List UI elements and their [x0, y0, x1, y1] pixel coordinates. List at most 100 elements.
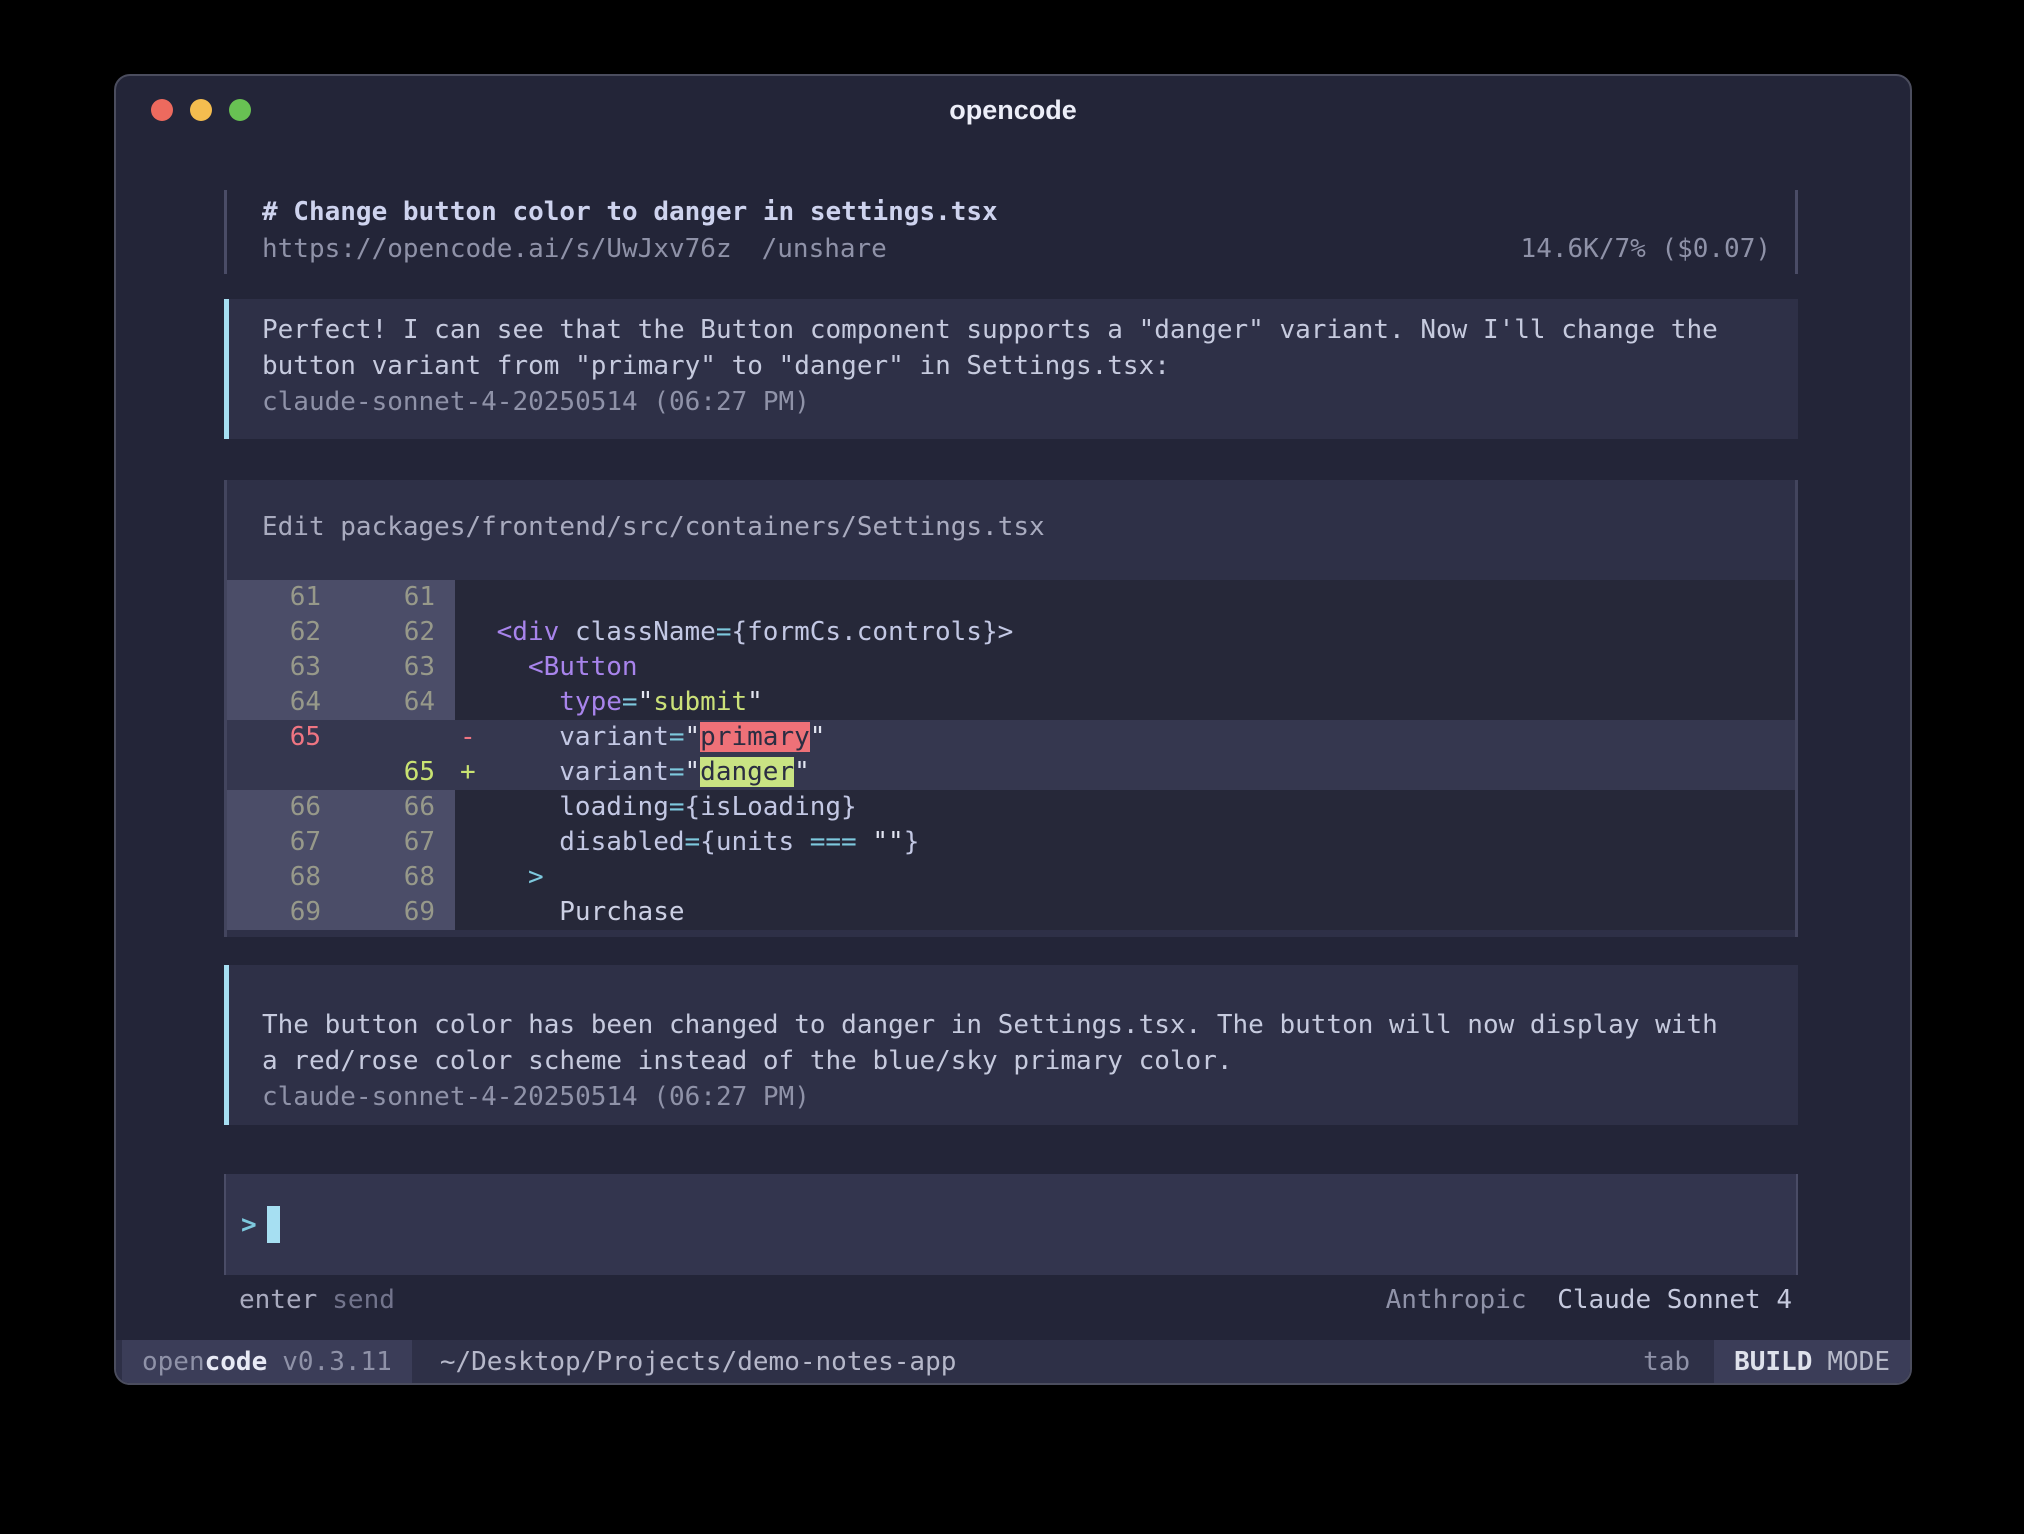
diff-line-number-old: 68 — [227, 860, 341, 895]
diff-code-line — [481, 580, 1795, 615]
code-token — [481, 722, 559, 752]
diff-line-number-new: 61 — [341, 580, 455, 615]
diff-row: 6464 type="submit" — [227, 685, 1795, 720]
diff-marker: + — [455, 755, 481, 790]
diff-line-number-new — [341, 720, 455, 755]
code-token: " — [747, 687, 763, 717]
code-token: = — [669, 722, 685, 752]
code-token: > — [528, 862, 544, 892]
code-token: === — [810, 827, 857, 857]
code-token: submit — [653, 687, 747, 717]
app-version-badge: opencode v0.3.11 — [122, 1340, 412, 1383]
diff-line-number-old: 67 — [227, 825, 341, 860]
app-version: v0.3.11 — [282, 1347, 392, 1377]
diff-line-number-new: 63 — [341, 650, 455, 685]
message-line: a red/rose color scheme instead of the b… — [262, 1043, 1778, 1079]
diff-line-number-new: 66 — [341, 790, 455, 825]
code-token: " — [685, 722, 701, 752]
hints-row: enter send Anthropic Claude Sonnet 4 — [224, 1285, 1798, 1315]
code-token — [481, 792, 559, 822]
diff-line-number-old: 63 — [227, 650, 341, 685]
session-header: # Change button color to danger in setti… — [224, 190, 1798, 274]
diff-line-number-new: 62 — [341, 615, 455, 650]
diff-code-line: Purchase — [481, 895, 1795, 930]
code-token: " — [638, 687, 654, 717]
diff-rows: 61616262 <div className={formCs.controls… — [227, 580, 1795, 930]
diff-line-number-old: 61 — [227, 580, 341, 615]
diff-line-number-new: 68 — [341, 860, 455, 895]
app-name-open: open — [142, 1347, 205, 1377]
prompt-symbol: > — [241, 1210, 257, 1240]
code-token: = — [669, 792, 685, 822]
code-token — [481, 617, 497, 647]
code-token — [481, 757, 559, 787]
message-line: Perfect! I can see that the Button compo… — [262, 312, 1778, 348]
code-token: variant — [559, 722, 669, 752]
tab-key-hint: tab — [1643, 1340, 1690, 1383]
diff-row: 6969 Purchase — [227, 895, 1795, 930]
diff-row: 65 - variant="primary" — [227, 720, 1795, 755]
unshare-command[interactable]: /unshare — [762, 231, 887, 268]
code-token: " — [685, 757, 701, 787]
code-token — [481, 652, 528, 682]
prompt-input[interactable]: > — [224, 1174, 1798, 1275]
provider-label: Anthropic — [1386, 1285, 1527, 1315]
diff-row: 6363 <Button — [227, 650, 1795, 685]
status-bar: opencode v0.3.11 ~/Desktop/Projects/demo… — [116, 1340, 1910, 1383]
diff-code-line: type="submit" — [481, 685, 1795, 720]
code-token — [481, 897, 559, 927]
opencode-window: opencode # Change button color to danger… — [114, 74, 1912, 1385]
diff-row: 6868 > — [227, 860, 1795, 895]
code-token: = — [685, 827, 701, 857]
diff-code-line: loading={isLoading} — [481, 790, 1795, 825]
edit-tool-card: Edit packages/frontend/src/containers/Se… — [224, 480, 1798, 937]
model-timestamp: claude-sonnet-4-20250514 (06:27 PM) — [262, 1079, 1778, 1115]
code-token: = — [716, 617, 732, 647]
code-token — [481, 687, 559, 717]
message-line: The button color has been changed to dan… — [262, 1007, 1778, 1043]
code-token — [481, 827, 559, 857]
code-token: <div — [497, 617, 560, 647]
diff-code-line: variant="primary" — [481, 720, 1795, 755]
code-token: <Button — [528, 652, 638, 682]
working-directory: ~/Desktop/Projects/demo-notes-app — [440, 1340, 957, 1383]
code-token: "" — [872, 827, 903, 857]
diff-code-line: <Button — [481, 650, 1795, 685]
diff-line-number-old: 65 — [227, 720, 341, 755]
diff-marker — [455, 580, 481, 615]
send-hint-label: send — [332, 1285, 395, 1315]
code-token: {units — [700, 827, 810, 857]
diff-line-number-new: 67 — [341, 825, 455, 860]
diff-marker — [455, 615, 481, 650]
code-token: disabled — [559, 827, 684, 857]
diff-code-line: disabled={units === ""} — [481, 825, 1795, 860]
code-token: loading — [559, 792, 669, 822]
code-token — [857, 827, 873, 857]
diff-row: 6161 — [227, 580, 1795, 615]
context-usage: 14.6K/7% ($0.07) — [1521, 231, 1771, 268]
code-token: primary — [700, 722, 810, 752]
code-token: {isLoading} — [685, 792, 857, 822]
code-token — [559, 617, 575, 647]
diff-marker — [455, 860, 481, 895]
edit-tool-title: Edit packages/frontend/src/containers/Se… — [227, 512, 1795, 542]
code-token: className — [575, 617, 716, 647]
code-token: variant — [559, 757, 669, 787]
mode-build-label: BUILD — [1734, 1347, 1812, 1377]
diff-marker — [455, 685, 481, 720]
diff-row: 6767 disabled={units === ""} — [227, 825, 1795, 860]
code-token: = — [669, 757, 685, 787]
diff-marker: - — [455, 720, 481, 755]
model-timestamp: claude-sonnet-4-20250514 (06:27 PM) — [262, 384, 1778, 420]
diff-marker — [455, 790, 481, 825]
diff-marker — [455, 825, 481, 860]
code-token: danger — [700, 757, 794, 787]
model-label: Claude Sonnet 4 — [1557, 1285, 1792, 1315]
session-title: # Change button color to danger in setti… — [262, 194, 1771, 231]
titlebar[interactable]: opencode — [116, 76, 1910, 144]
diff-marker — [455, 650, 481, 685]
build-mode-badge[interactable]: BUILD MODE — [1714, 1340, 1910, 1383]
diff-line-number-old — [227, 755, 341, 790]
assistant-message: Perfect! I can see that the Button compo… — [224, 299, 1798, 439]
share-url-link[interactable]: https://opencode.ai/s/UwJxv76z — [262, 231, 732, 268]
